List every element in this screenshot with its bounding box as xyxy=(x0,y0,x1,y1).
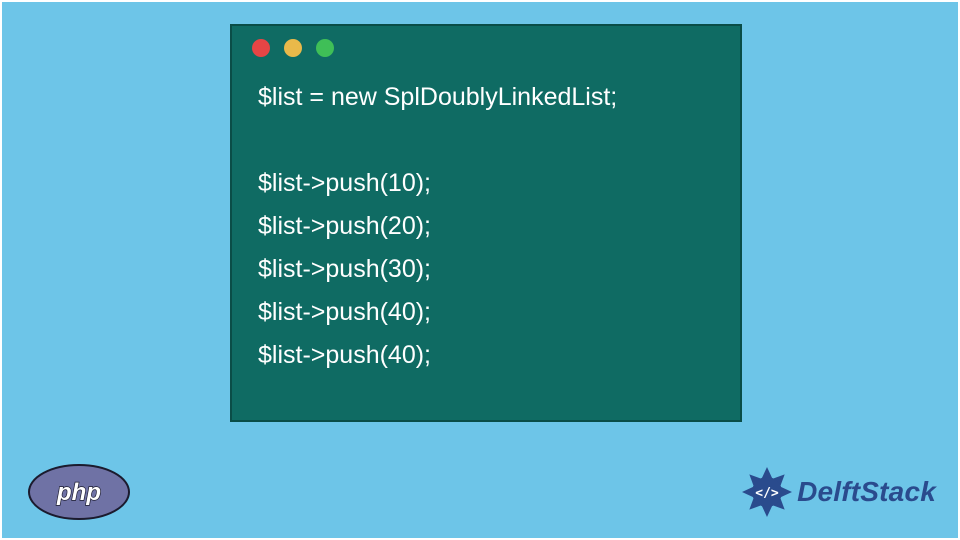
window-titlebar xyxy=(232,26,740,70)
delftstack-gear-icon: </> xyxy=(741,466,793,518)
slide-canvas: $list = new SplDoublyLinkedList; $list->… xyxy=(2,2,958,538)
php-logo-text: php xyxy=(56,479,101,506)
svg-text:</>: </> xyxy=(755,486,779,501)
code-window: $list = new SplDoublyLinkedList; $list->… xyxy=(230,24,742,422)
delftstack-logo: </> DelftStack xyxy=(741,466,936,518)
delftstack-label: DelftStack xyxy=(797,476,936,508)
minimize-icon xyxy=(284,39,302,57)
code-block: $list = new SplDoublyLinkedList; $list->… xyxy=(232,70,740,377)
maximize-icon xyxy=(316,39,334,57)
php-logo-icon: php xyxy=(28,464,130,520)
php-logo: php xyxy=(28,464,130,520)
close-icon xyxy=(252,39,270,57)
